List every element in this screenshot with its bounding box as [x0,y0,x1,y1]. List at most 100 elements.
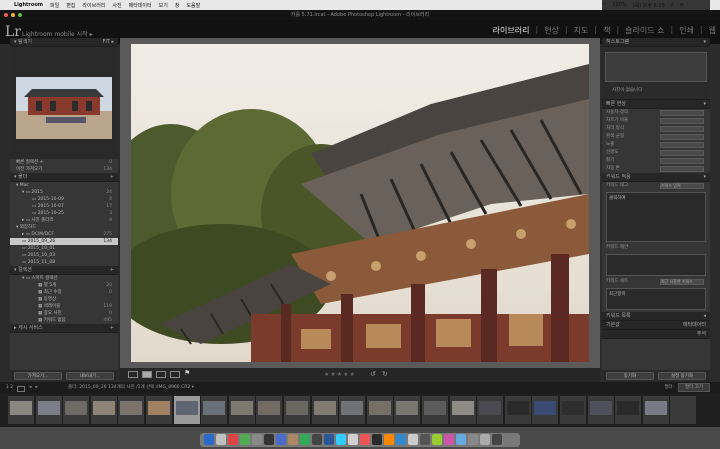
filmstrip-thumbnail-selected[interactable] [173,396,200,424]
collection-set-row[interactable]: ▾ ▭ 스마트 컬렉션 [10,275,118,282]
menu-library[interactable]: 라이브러리 [82,2,105,9]
menu-view[interactable]: 보기 [159,2,168,9]
wifi-icon[interactable]: ◠ [602,2,606,8]
module-library[interactable]: 라이브러리 [493,25,530,36]
keyword-tags-field[interactable]: 클릭하여 [606,192,706,242]
filmstrip-thumbnail[interactable] [256,396,283,424]
search-icon[interactable]: ⌕ [671,2,674,8]
filmstrip-thumbnail[interactable] [670,396,697,424]
module-book[interactable]: 책 [603,25,610,36]
menubar-clock[interactable]: (목) 오후 6:15 [633,2,665,9]
collection-row[interactable]: ▦ 키워드 없음 495 [10,317,118,324]
histogram-header[interactable]: 히스토그램 ▾ [602,38,710,47]
collection-row[interactable]: ▦ 동영상 [10,296,118,303]
filmstrip-thumbnail[interactable] [228,396,255,424]
folder-row[interactable]: ▭ 2015_10_01 [10,245,118,252]
filmstrip-thumbnail[interactable] [201,396,228,424]
dock-app-icon[interactable] [360,434,370,445]
sync-button[interactable]: 동기화 [606,372,654,380]
dock-app-icon[interactable] [228,434,238,445]
dock-app-icon[interactable] [408,434,418,445]
filmstrip-thumbnail[interactable] [587,396,614,424]
page-numbers[interactable]: 1 2 [6,382,13,393]
compare-view-icon[interactable] [156,371,166,378]
app-menu[interactable]: Lightroom [14,2,43,8]
dock-app-icon[interactable] [420,434,430,445]
dock-app-icon[interactable] [384,434,394,445]
main-photo[interactable] [131,44,589,362]
sync-settings-button[interactable]: 설정 동기화 [658,372,706,380]
keywording-header[interactable]: 키워드 적용 ▾ [602,173,710,182]
filmstrip-thumbnail[interactable] [449,396,476,424]
menu-help[interactable]: 도움말 [186,2,200,9]
keyword-suggestions-box[interactable] [606,254,706,276]
catalog-previous-import[interactable]: 이전 가져오기 134 [10,166,118,173]
module-slideshow[interactable]: 슬라이드 쇼 [625,25,664,36]
volume-row[interactable]: ▾ Mac [10,182,118,189]
collection-row[interactable]: ▦ 별 5개 20 [10,282,118,289]
zoom-window-button[interactable] [18,13,22,17]
dock-app-icon[interactable] [456,434,466,445]
dock-app-icon[interactable] [444,434,454,445]
module-map[interactable]: 지도 [574,25,589,36]
dock-app-icon[interactable] [372,434,382,445]
navigator-thumbnail[interactable] [16,77,112,139]
survey-view-icon[interactable] [170,371,180,378]
menu-window[interactable]: 창 [175,2,180,9]
lightroom-mobile-link[interactable]: Lightroom mobile 시작 ▸ [22,29,93,38]
filmstrip-thumbnail[interactable] [504,396,531,424]
dock-app-icon[interactable] [396,434,406,445]
folder-row[interactable]: ▭ 2015_11_08 [10,259,118,266]
dock-app-icon[interactable] [264,434,274,445]
dock-app-icon[interactable] [252,434,262,445]
filmstrip-thumbnail[interactable] [311,396,338,424]
grid-icon[interactable] [17,385,26,392]
filmstrip-thumbnail[interactable] [615,396,642,424]
filmstrip-thumbnail[interactable] [35,396,62,424]
filmstrip-thumbnail[interactable] [560,396,586,424]
qd-white-balance[interactable]: 흰색 균형 [602,133,710,141]
keyword-tags-row[interactable]: 키워드 태그 키워드 입력 [602,182,710,190]
menu-list-icon[interactable]: ≡ [680,2,684,8]
qd-exposure[interactable]: 노출 [602,141,710,149]
dock-app-icon[interactable] [300,434,310,445]
quick-develop-header[interactable]: 빠른 현상 ▾ [602,100,710,109]
dock-app-icon[interactable] [216,434,226,445]
filmstrip-thumbnail[interactable] [146,396,172,424]
navigator-header[interactable]: ▾ 탐색기 FIT ▸ [10,38,118,47]
dock-app-icon[interactable] [348,434,358,445]
import-button[interactable]: 가져오기... [14,372,62,380]
publish-services-header[interactable]: ▸ 게시 서비스 + [10,324,118,333]
folder-row[interactable]: ▭ 2015-10-09 4 [10,196,118,203]
menu-photo[interactable]: 사진 [112,2,121,9]
module-web[interactable]: 웹 [709,25,716,36]
comments-header[interactable]: 주석 [602,330,710,339]
rotate-left-icon[interactable]: ↺ [370,370,376,378]
menu-metadata[interactable]: 메타데이터 [129,2,152,9]
collections-header[interactable]: ▾ 컬렉션 + [10,266,118,275]
folders-header[interactable]: ▾ 폴더 + [10,173,118,182]
filmstrip-thumbnail[interactable] [118,396,145,424]
flag-icon[interactable]: ⚑ [184,369,194,377]
folder-row[interactable]: ▸ ▭ DCIM/DCF 275 [10,231,118,238]
dock-app-icon[interactable] [336,434,346,445]
qd-auto-tone[interactable]: 자동 톤 [602,165,710,173]
qd-vibrance[interactable]: 활기 [602,157,710,165]
filmstrip-thumbnail[interactable] [90,396,117,424]
dock-app-icon[interactable] [324,434,334,445]
drive-row[interactable]: ▾ 외장하드 [10,224,118,231]
filmstrip-thumbnail[interactable] [477,396,504,424]
collection-row[interactable]: ▦ 색레이블 119 [10,303,118,310]
qd-treatment[interactable]: 처리 방식 [602,125,710,133]
filmstrip-thumbnail[interactable] [63,396,90,424]
filmstrip-thumbnail[interactable] [284,396,310,424]
dock-app-icon[interactable] [240,434,250,445]
filmstrip-thumbnail[interactable] [422,396,448,424]
dock-app-icon[interactable] [204,434,214,445]
filmstrip-thumbnail[interactable] [642,396,669,424]
folder-row-selected[interactable]: ▭ 2015_09_26 134 [10,238,118,245]
navigator-preview[interactable] [10,47,118,159]
filmstrip-thumbnail[interactable] [532,396,559,424]
filmstrip-thumbnail[interactable] [339,396,366,424]
folder-row[interactable]: ▭ 2015-10-07 17 [10,203,118,210]
